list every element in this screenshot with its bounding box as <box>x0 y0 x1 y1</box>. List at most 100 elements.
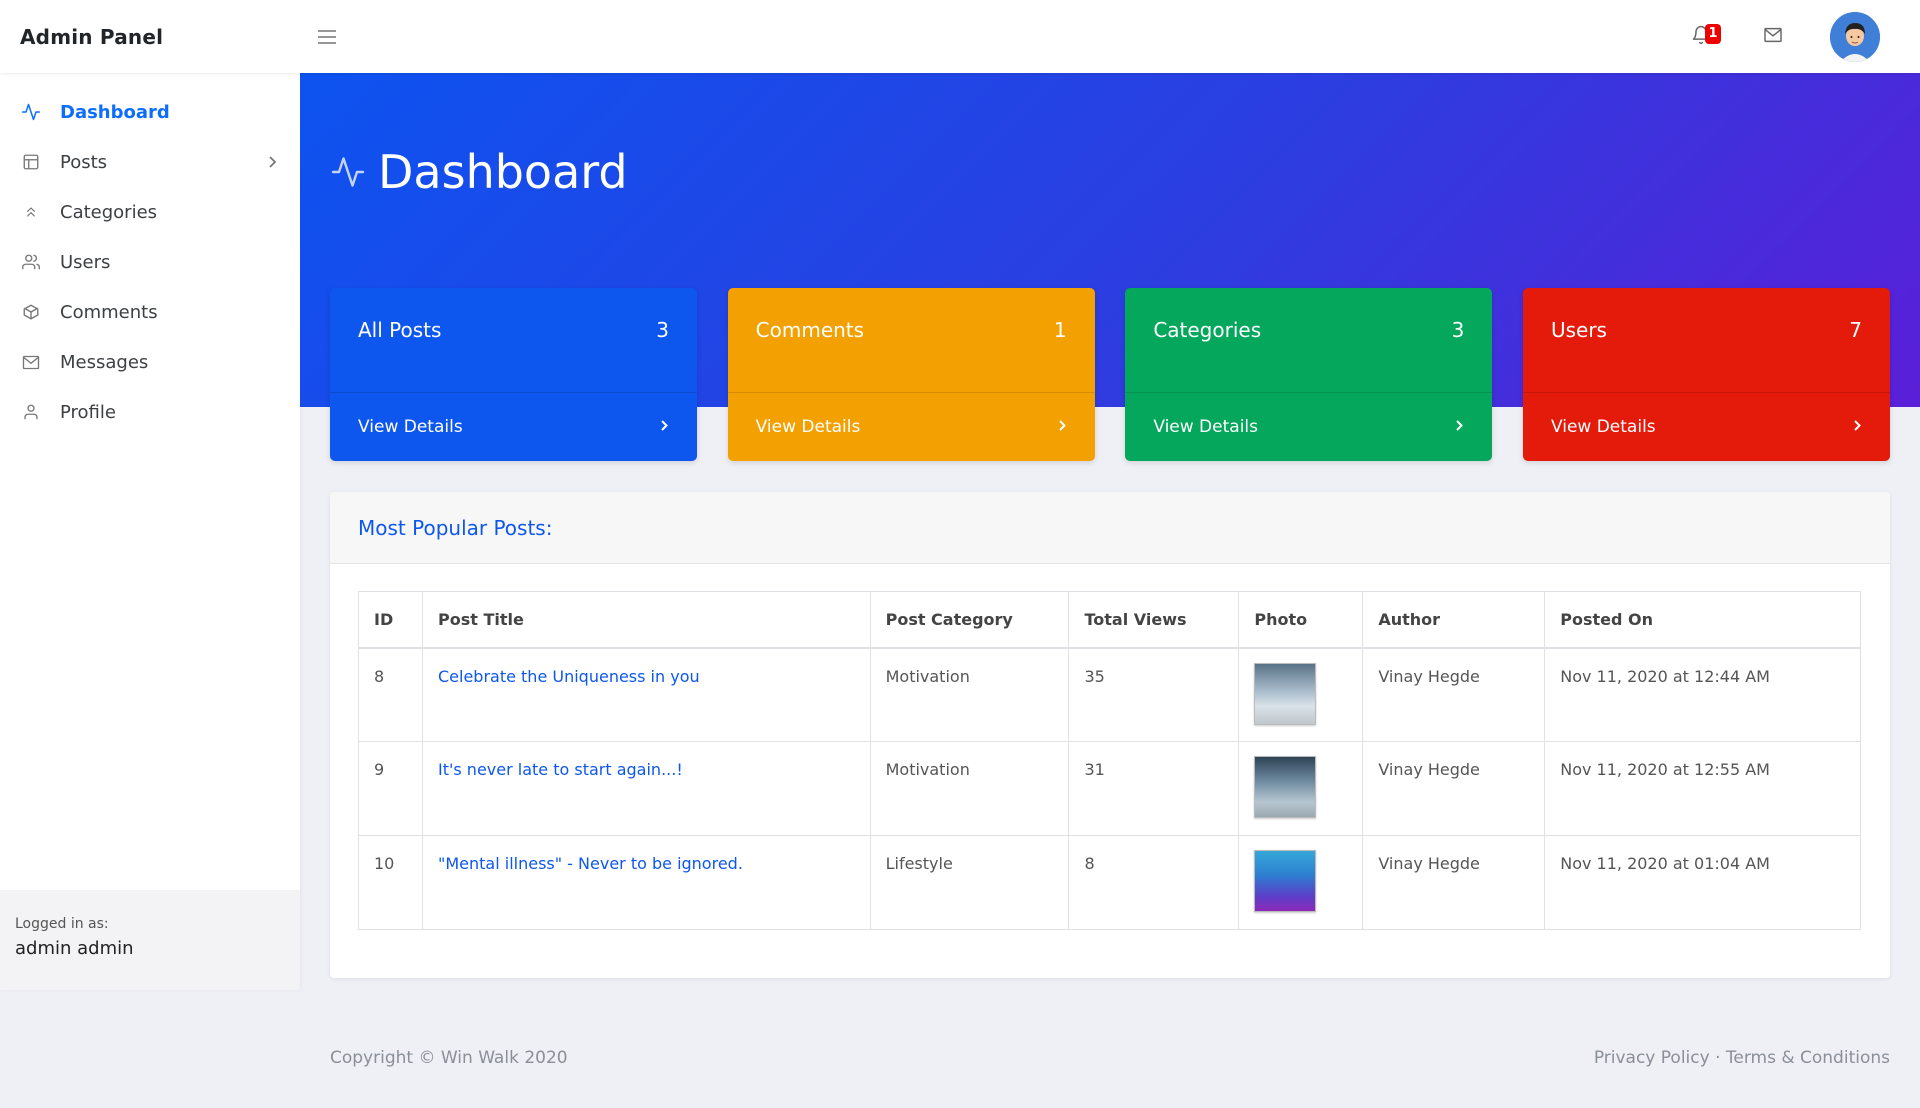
view-details-link[interactable]: View Details <box>1125 393 1492 461</box>
user-avatar[interactable] <box>1830 11 1880 62</box>
notifications-button[interactable]: 1 <box>1686 22 1721 52</box>
sidebar-footer: Logged in as: admin admin <box>0 890 300 990</box>
footer-separator: · <box>1715 1048 1721 1068</box>
privacy-policy-link[interactable]: Privacy Policy <box>1594 1048 1710 1068</box>
sidebar-item-users[interactable]: Users <box>0 237 300 287</box>
cell-id: 8 <box>358 647 423 742</box>
brand-title[interactable]: Admin Panel <box>0 25 300 49</box>
users-icon <box>20 251 42 273</box>
cell-photo <box>1238 647 1364 742</box>
sidebar-item-posts[interactable]: Posts <box>0 137 300 187</box>
chevron-right-icon <box>1455 417 1464 437</box>
sidebar-item-label: Dashboard <box>60 101 170 123</box>
column-header: Posted On <box>1544 591 1861 649</box>
cell-posted: Nov 11, 2020 at 12:44 AM <box>1544 647 1861 742</box>
stat-cards: All Posts 3 View Details Comments 1 View… <box>330 288 1890 461</box>
post-title-link[interactable]: "Mental illness" - Never to be ignored. <box>421 835 871 930</box>
sidebar-item-categories[interactable]: Categories <box>0 187 300 237</box>
cell-id: 9 <box>358 741 423 836</box>
chevron-right-icon <box>1058 417 1067 437</box>
logged-in-label: Logged in as: <box>15 916 109 932</box>
table-row: 10 "Mental illness" - Never to be ignore… <box>358 835 1861 930</box>
cell-category: Motivation <box>869 647 1070 742</box>
terms-link[interactable]: Terms & Conditions <box>1726 1048 1890 1068</box>
sidebar-item-label: Users <box>60 251 111 273</box>
footer-links: Privacy Policy · Terms & Conditions <box>1594 1048 1890 1068</box>
cell-views: 31 <box>1068 741 1240 836</box>
page-title: Dashboard <box>330 145 628 199</box>
column-header: Author <box>1362 591 1546 649</box>
post-title-link[interactable]: Celebrate the Uniqueness in you <box>421 647 871 742</box>
view-details-link[interactable]: View Details <box>330 393 697 461</box>
card-label: Categories <box>1153 318 1262 342</box>
activity-icon <box>20 101 42 123</box>
table-header-row: ID Post Title Post Category Total Views … <box>358 591 1861 649</box>
sidebar-item-messages[interactable]: Messages <box>0 337 300 387</box>
sidebar: Dashboard Posts Categories Users Comment… <box>0 73 300 990</box>
view-details-label: View Details <box>1550 417 1656 437</box>
popular-posts-table: ID Post Title Post Category Total Views … <box>358 591 1861 930</box>
notification-badge: 1 <box>1705 23 1721 44</box>
logged-in-user: admin admin <box>15 938 134 959</box>
card-label: Comments <box>755 318 865 342</box>
post-thumbnail <box>1254 662 1317 725</box>
sidebar-item-label: Profile <box>60 401 116 423</box>
mail-icon <box>1763 27 1783 47</box>
cell-author: Vinay Hegde <box>1362 835 1546 930</box>
view-details-label: View Details <box>358 417 463 437</box>
chevron-right-icon <box>1853 417 1862 437</box>
card-count: 3 <box>656 318 669 342</box>
sidebar-item-dashboard[interactable]: Dashboard <box>0 87 300 137</box>
column-header: Photo <box>1238 591 1364 649</box>
view-details-link[interactable]: View Details <box>728 393 1095 461</box>
post-thumbnail <box>1254 756 1317 818</box>
cell-views: 8 <box>1068 835 1240 930</box>
menu-toggle-icon[interactable] <box>316 26 338 48</box>
cell-photo <box>1238 835 1364 930</box>
sidebar-item-profile[interactable]: Profile <box>0 387 300 437</box>
post-thumbnail <box>1254 850 1317 912</box>
card-count: 3 <box>1451 318 1465 342</box>
page-footer: Copyright © Win Walk 2020 Privacy Policy… <box>330 1048 1890 1068</box>
popular-posts-panel: Most Popular Posts: ID Post Title Post C… <box>330 492 1890 978</box>
cell-posted: Nov 11, 2020 at 12:55 AM <box>1544 741 1861 836</box>
page-title-text: Dashboard <box>378 145 628 199</box>
column-header: Post Title <box>421 591 871 649</box>
card-all-posts: All Posts 3 View Details <box>330 288 697 461</box>
card-count: 1 <box>1053 318 1067 342</box>
panel-heading: Most Popular Posts: <box>330 492 1890 564</box>
top-navbar: Admin Panel 1 <box>0 0 1920 73</box>
layout-icon <box>20 151 42 173</box>
card-categories: Categories 3 View Details <box>1125 288 1493 461</box>
cell-id: 10 <box>358 835 423 930</box>
sidebar-item-label: Messages <box>60 351 149 373</box>
cell-posted: Nov 11, 2020 at 01:04 AM <box>1544 835 1861 930</box>
card-comments: Comments 1 View Details <box>727 288 1095 461</box>
cell-author: Vinay Hegde <box>1362 647 1546 742</box>
cell-category: Lifestyle <box>869 835 1070 930</box>
chevron-right-icon <box>660 417 669 437</box>
copyright-text: Copyright © Win Walk 2020 <box>330 1048 568 1068</box>
post-title-link[interactable]: It's never late to start again...! <box>421 741 871 836</box>
cell-author: Vinay Hegde <box>1362 741 1546 836</box>
card-count: 7 <box>1849 318 1862 342</box>
mail-icon <box>20 351 42 373</box>
table-row: 9 It's never late to start again...! Mot… <box>358 741 1861 836</box>
messages-button[interactable] <box>1758 22 1788 52</box>
sidebar-item-comments[interactable]: Comments <box>0 287 300 337</box>
card-users: Users 7 View Details <box>1522 288 1890 461</box>
column-header: Total Views <box>1068 591 1240 649</box>
table-row: 8 Celebrate the Uniqueness in you Motiva… <box>358 647 1861 742</box>
sidebar-item-label: Categories <box>60 201 158 223</box>
view-details-link[interactable]: View Details <box>1523 393 1890 461</box>
user-icon <box>20 401 42 423</box>
cell-photo <box>1238 741 1364 836</box>
chevrons-up-icon <box>20 201 42 223</box>
view-details-label: View Details <box>755 417 861 437</box>
sidebar-item-label: Posts <box>60 151 108 173</box>
activity-icon <box>330 154 366 190</box>
column-header: Post Category <box>869 591 1070 649</box>
sidebar-item-label: Comments <box>60 301 158 323</box>
card-label: Users <box>1550 318 1607 342</box>
column-header: ID <box>358 591 423 649</box>
